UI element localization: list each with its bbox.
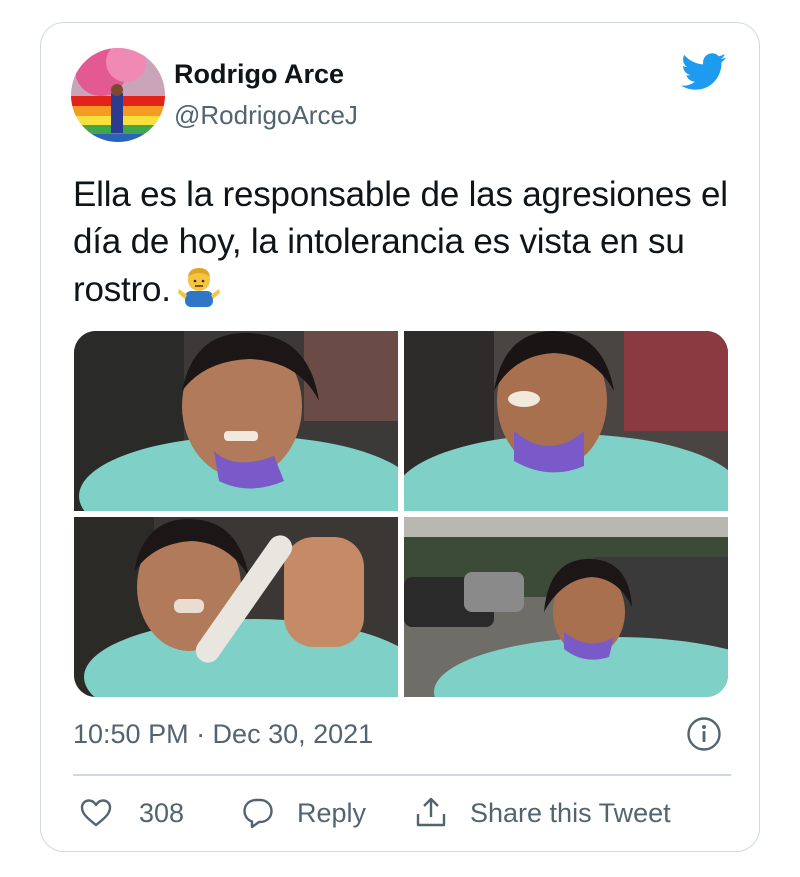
- like-button[interactable]: 308: [79, 791, 184, 835]
- media-grid[interactable]: [74, 331, 728, 697]
- tweet-text: Ella es la responsable de las agresiones…: [73, 171, 753, 313]
- reply-button[interactable]: Reply: [241, 791, 366, 835]
- divider: [73, 774, 731, 776]
- share-icon: [416, 797, 446, 827]
- tweet-card[interactable]: Rodrigo Arce @RodrigoArceJ Ella es la re…: [40, 22, 760, 852]
- man-shrugging-emoji-icon: [177, 265, 221, 309]
- info-icon[interactable]: [686, 716, 722, 752]
- action-bar: 308 Reply Share this Tweet: [73, 791, 743, 835]
- twitter-bird-icon[interactable]: [681, 53, 727, 91]
- author-handle[interactable]: @RodrigoArceJ: [174, 100, 358, 130]
- like-count: 308: [139, 797, 185, 828]
- share-button[interactable]: Share this Tweet: [414, 791, 671, 835]
- tweet-timestamp[interactable]: 10:50 PM · Dec 30, 2021: [73, 718, 373, 750]
- reply-label: Reply: [297, 797, 367, 828]
- author-name[interactable]: Rodrigo Arce: [174, 58, 344, 90]
- reply-bubble-icon: [243, 798, 273, 829]
- photo-1[interactable]: [74, 331, 398, 511]
- photo-2[interactable]: [404, 331, 728, 511]
- photo-3[interactable]: [74, 517, 398, 697]
- avatar[interactable]: [71, 48, 165, 142]
- heart-icon: [80, 799, 112, 827]
- photo-4[interactable]: [404, 517, 728, 697]
- tweet-body: Ella es la responsable de las agresiones…: [73, 175, 728, 309]
- share-label: Share this Tweet: [470, 797, 671, 828]
